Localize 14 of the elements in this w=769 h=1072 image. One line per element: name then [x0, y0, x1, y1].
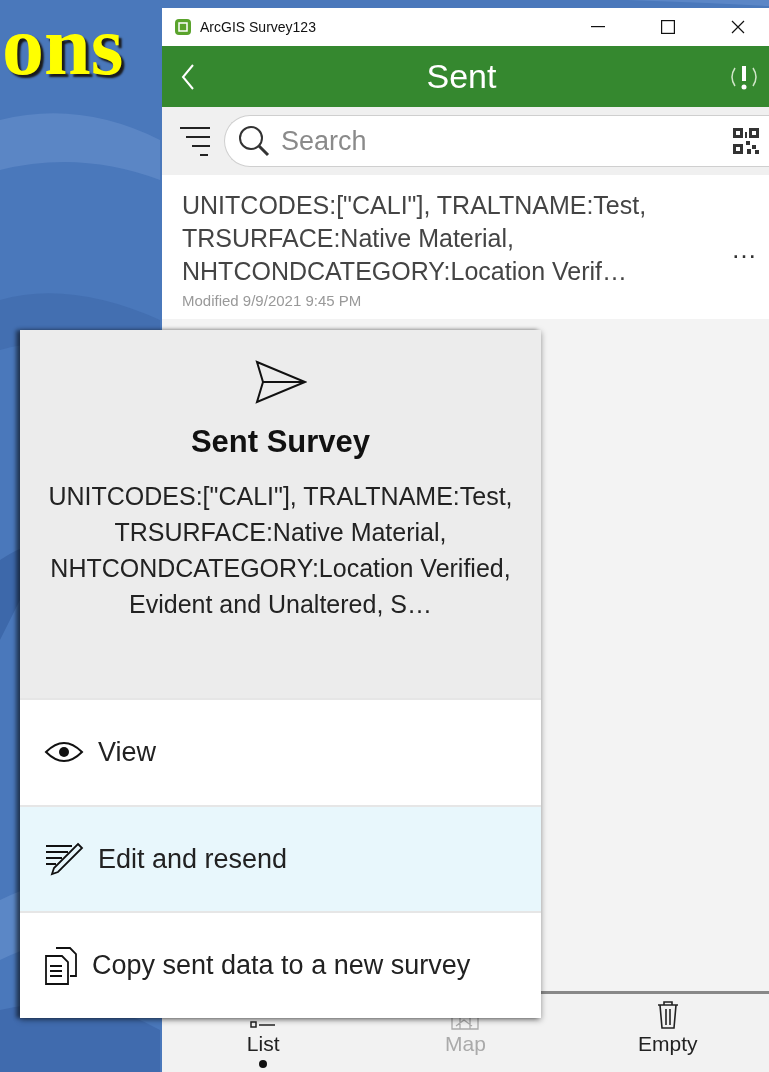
action-item[interactable]: View	[20, 698, 541, 805]
survey-list-item[interactable]: UNITCODES:["CALI"], TRALTNAME:Test, TRSURFACE:Native Material, NHTCONDCATEGORY:Location Verif… Modified 9/9/2021 9:45 PM …	[162, 175, 769, 319]
action-item[interactable]: Copy sent data to a new survey	[20, 911, 541, 1018]
popup-description: UNITCODES:["CALI"], TRALTNAME:Test, TRSURFACE:Native Material, NHTCONDCATEGORY:Location Verified, Evident and Unaltered, S…	[47, 481, 514, 620]
search-field[interactable]: Search	[224, 115, 769, 167]
survey-summary: UNITCODES:["CALI"], TRALTNAME:Test, TRSURFACE:Native Material, NHTCONDCATEGORY:Location Verif…	[182, 190, 648, 287]
popup-title: Sent Survey	[190, 424, 371, 460]
bottom-tab[interactable]: Empty	[566, 994, 769, 1072]
action-item[interactable]: Edit and resend	[20, 804, 541, 912]
window-title: ArcGIS Survey123	[200, 19, 317, 35]
modified-date: Modified 9/9/2021 9:45 PM	[182, 292, 363, 309]
more-button[interactable]: …	[727, 233, 761, 265]
slide-title: ons	[2, 4, 124, 88]
page-title: Sent	[426, 57, 497, 96]
